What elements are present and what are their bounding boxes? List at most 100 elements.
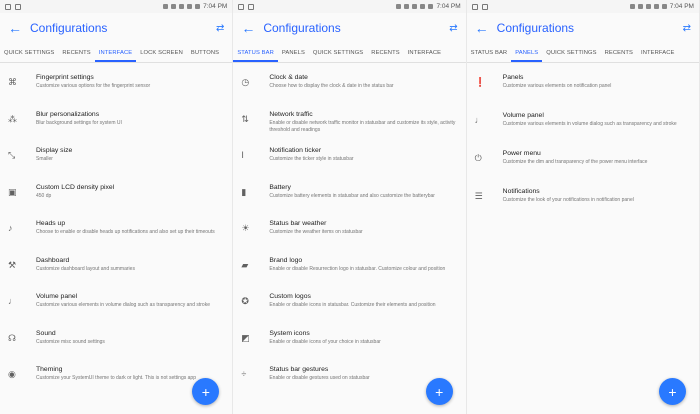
lcd-density-icon: ▣ [8,186,17,197]
list-item-title: Dashboard [36,256,70,264]
list-item-summary: Choose to enable or disable heads up not… [36,229,215,235]
list-item-text: Volume panel Customize various elements i… [503,111,691,128]
add-fab-button[interactable]: + [192,378,220,405]
settings-list: ⌘ Fingerprint settings Customize various o… [0,63,232,396]
tab-panels[interactable]: PANELS [511,50,543,62]
list-item-text: Network traffic Enable or disable network… [269,110,457,134]
tab-recents[interactable]: RECENTS [601,50,637,62]
config-panel-interface: 7:04 PM ← Configurations ⇄ QUICK SETTINGS REC… [0,0,234,414]
settings-list: ◷ Clock & date Choose how to display the c… [233,63,465,396]
wifi-icon [645,4,651,9]
list-item-summary: Customize various elements in volume dia… [502,121,677,127]
tab-interface[interactable]: INTERFACE [94,50,137,62]
swap-horiz-icon[interactable]: ⇄ [449,23,457,34]
list-item-title: Theming [36,366,63,373]
custom-logos-icon: ✪ [241,296,249,306]
list-item[interactable]: I Notification ticker Customize the ticker… [233,140,465,177]
list-item-text: Status bar gestures Enable or disable ges… [269,365,457,382]
panels-icon: ❗ [474,77,486,87]
list-item[interactable]: ♪ Heads up Choose to enable or disable hea… [0,213,232,250]
plus-icon: + [668,383,677,400]
list-item-title: System icons [269,329,310,337]
tab-bar: STATUS BAR PANELS QUICK SETTINGS RECENTS INT… [233,43,466,63]
list-item-summary: 450 dp [36,192,52,199]
list-item[interactable]: ◩ System icons Enable or disable icons of … [233,323,465,360]
tab-quick-settings[interactable]: QUICK SETTINGS [542,50,600,62]
tab-panels[interactable]: PANELS [278,50,309,62]
tab-interface[interactable]: INTERFACE [404,50,445,62]
list-item-summary: Customize the look of your notifications… [502,197,634,203]
tab-interface[interactable]: INTERFACE [637,50,678,62]
list-item[interactable]: ✪ Custom logos Enable or disable icons in … [233,286,465,323]
list-item-text: Blur personalizations Blur background set… [36,110,224,127]
tab-recents[interactable]: RECENTS [58,50,94,62]
tab-recents[interactable]: RECENTS [367,50,403,62]
tab-status-bar[interactable]: STATUS BAR [467,50,512,62]
tab-buttons[interactable]: BUTTONS [187,50,223,62]
app-bar: ← Configurations ⇄ [0,13,233,43]
list-item-text: Volume panel Customize various elements i… [36,292,224,309]
list-item[interactable]: ⚒ Dashboard Customize dashboard layout and… [0,250,232,287]
page-title: Configurations [496,21,575,35]
list-item[interactable]: ▣ Custom LCD density pixel 450 dp [0,177,232,214]
list-item[interactable]: ⏻ Power menu Customize the dim and transpa… [467,143,699,181]
list-item[interactable]: ⤡ Display size Smaller [0,140,232,177]
list-item-title: Blur personalizations [36,110,100,118]
list-item-text: Fingerprint settings Customize various op… [36,73,224,90]
list-item-title: Custom logos [269,293,311,300]
wifi-icon [412,4,418,9]
tab-quick-settings[interactable]: QUICK SETTINGS [309,50,367,62]
list-item[interactable]: ⌘ Fingerprint settings Customize various o… [0,67,232,104]
battery-icon: ▮ [241,186,247,197]
add-fab-button[interactable]: + [658,378,686,405]
list-item-title: Network traffic [269,110,313,118]
battery-icon [428,4,434,9]
add-fab-button[interactable]: + [425,378,453,405]
list-item-text: Heads up Choose to enable or disable head… [36,219,224,236]
list-item-summary: Customize the dim and transparency of th… [502,159,648,165]
swap-horiz-icon[interactable]: ⇄ [216,23,224,34]
fingerprint-icon: ⌘ [8,77,17,87]
weather-icon: ☀ [241,223,250,233]
list-item[interactable]: ▮ Battery Customize battery elements in st… [233,177,465,214]
tab-lock-screen[interactable]: LOCK SCREEN [136,50,187,62]
notification-icon [5,3,11,10]
list-item[interactable]: ⁂ Blur personalizations Blur background se… [0,104,232,141]
arrow-back-icon[interactable]: ← [241,20,263,36]
status-bar-system-icons: 7:04 PM [629,3,694,10]
arrow-back-icon[interactable]: ← [8,20,30,36]
arrow-back-icon[interactable]: ← [475,20,497,36]
list-item-title: Sound [36,329,56,337]
list-item-summary: Blur background settings for system UI [36,119,122,126]
config-panel-panels: 7:04 PM ← Configurations ⇄ STATUS BAR PANELS Q… [466,0,700,414]
battery-icon [195,4,201,9]
page-title: Configurations [263,21,341,35]
list-item[interactable]: ♩ Volume panel Customize various elements … [467,105,699,143]
headphones-icon: ☊ [8,332,16,343]
list-item[interactable]: ⇅ Network traffic Enable or disable networ… [233,104,465,141]
heads-up-icon: ♪ [8,223,13,233]
list-item[interactable]: ▰ Brand logo Enable or disable Resurrectio… [233,250,465,287]
tab-status-bar[interactable]: STATUS BAR [233,50,278,62]
page-title: Configurations [30,21,108,35]
list-item-title: Battery [269,183,291,191]
list-item-text: Clock & date Choose how to display the cl… [269,73,457,90]
list-item[interactable]: ☀ Status bar weather Customize the weather… [233,213,465,250]
status-bar-system-icons: 7:04 PM [163,3,227,10]
bluetooth-icon [629,4,635,9]
list-item[interactable]: ☰ Notifications Customize the look of your… [467,181,699,219]
list-item-title: Power menu [502,150,541,157]
list-item[interactable]: ◷ Clock & date Choose how to display the c… [233,67,465,104]
status-bar: 7:04 PM [0,0,233,13]
ticker-icon: I [241,150,244,160]
tab-quick-settings[interactable]: QUICK SETTINGS [0,50,58,62]
list-item[interactable]: ☊ Sound Customize misc sound settings [0,323,232,360]
list-item[interactable]: ❗ Panels Customize various elements on not… [467,67,699,105]
list-item-text: Notification ticker Customize the ticker … [269,146,457,163]
list-item[interactable]: ♩ Volume panel Customize various elements … [0,286,232,323]
status-bar: 7:04 PM [233,0,466,13]
list-item-title: Custom LCD density pixel [36,183,115,191]
swap-horiz-icon[interactable]: ⇄ [683,23,691,34]
config-panel-status-bar: 7:04 PM ← Configurations ⇄ STATUS BAR PANELS Q… [233,0,467,414]
status-bar-notification-icons [5,3,163,10]
